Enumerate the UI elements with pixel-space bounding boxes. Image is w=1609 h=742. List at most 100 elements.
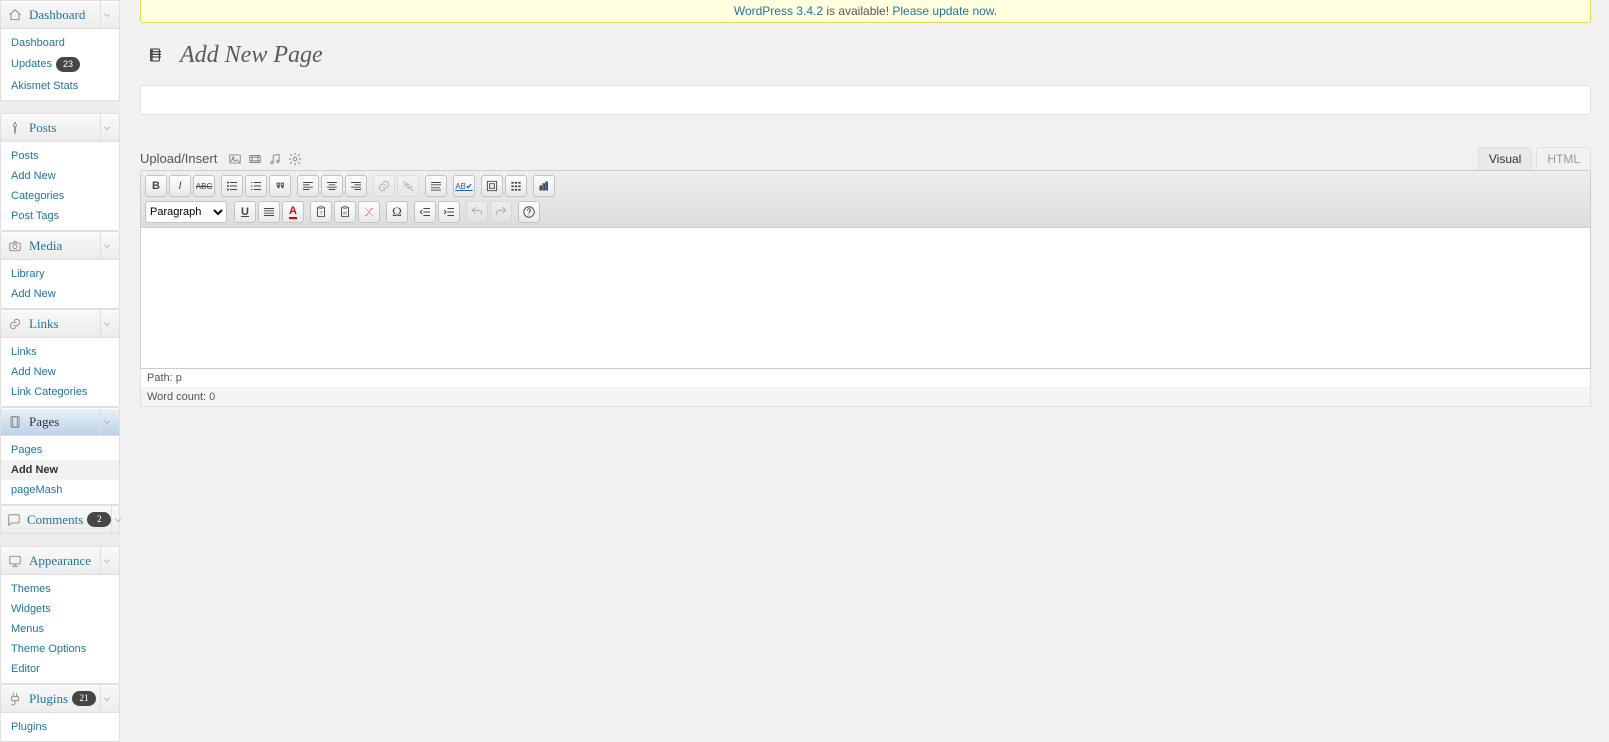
paste-text-button[interactable]: T: [310, 201, 332, 223]
menu-pages[interactable]: Pages: [0, 407, 120, 436]
submenu-item-links[interactable]: Links: [1, 342, 119, 362]
italic-button[interactable]: I: [169, 175, 191, 197]
align-center-button[interactable]: [321, 175, 343, 197]
camera-icon: [7, 238, 23, 254]
submenu-item-categories[interactable]: Categories: [1, 186, 119, 206]
media-row: Upload/Insert Visual HTML: [140, 147, 1591, 170]
paste-word-button[interactable]: W: [334, 201, 356, 223]
submenu-item-addnew[interactable]: Add New: [1, 460, 119, 480]
underline-button[interactable]: U: [234, 201, 256, 223]
title-input[interactable]: [140, 85, 1591, 115]
insert-video-icon[interactable]: [247, 151, 263, 167]
menu-label: Appearance: [29, 553, 91, 569]
justify-button[interactable]: [258, 201, 280, 223]
editor-tabs: Visual HTML: [1478, 147, 1591, 170]
update-notice: WordPress 3.4.2 is available! Please upd…: [140, 0, 1591, 23]
count-badge: 21: [72, 691, 96, 706]
submenu-item-plugins[interactable]: Plugins: [1, 717, 119, 737]
more-button[interactable]: [425, 175, 447, 197]
page-icon: [140, 39, 172, 71]
menu-appearance[interactable]: Appearance: [0, 546, 120, 575]
menu-plugins[interactable]: Plugins21: [0, 684, 120, 713]
submenu-item-akismet[interactable]: Akismet Stats: [1, 76, 119, 96]
editor-status: Path: p Word count: 0: [140, 369, 1591, 407]
chevron-down-icon[interactable]: [100, 685, 113, 712]
submenu-item-posts[interactable]: Posts: [1, 146, 119, 166]
submenu-item-addnew[interactable]: Add New: [1, 166, 119, 186]
undo-button: [466, 201, 488, 223]
text-color-button[interactable]: A: [282, 201, 304, 223]
submenu-media: LibraryAdd New: [0, 260, 120, 309]
insert-image-icon[interactable]: [227, 151, 243, 167]
submenu-item-linkcats[interactable]: Link Categories: [1, 382, 119, 402]
menu-media[interactable]: Media: [0, 231, 120, 260]
submenu-item-updates[interactable]: Updates23: [1, 53, 119, 76]
chevron-down-icon[interactable]: [100, 232, 113, 259]
insert-other-icon[interactable]: [287, 151, 303, 167]
menu-posts[interactable]: Posts: [0, 113, 120, 142]
wordpress-version-link[interactable]: WordPress 3.4.2: [734, 4, 823, 18]
outdent-button[interactable]: [414, 201, 436, 223]
editor-canvas[interactable]: [141, 228, 1590, 368]
page-icon: [7, 414, 23, 430]
submenu-item-menus[interactable]: Menus: [1, 619, 119, 639]
submenu-item-themes[interactable]: Themes: [1, 579, 119, 599]
format-select[interactable]: Paragraph: [145, 201, 227, 223]
kitchen-sink-button[interactable]: [505, 175, 527, 197]
chevron-down-icon[interactable]: [100, 114, 113, 141]
menu-separator: [0, 534, 120, 546]
chevron-down-icon[interactable]: [111, 506, 124, 533]
menu-label: Dashboard: [29, 7, 85, 23]
submenu-pages: PagesAdd NewpageMash: [0, 436, 120, 505]
page-title-wrap: Add New Page: [140, 39, 1591, 71]
count-badge: 2: [87, 512, 111, 527]
submenu-item-addnew[interactable]: Add New: [1, 362, 119, 382]
char-map-button[interactable]: Ω: [386, 201, 408, 223]
menu-links[interactable]: Links: [0, 309, 120, 338]
submenu-item-editor[interactable]: Editor: [1, 659, 119, 679]
chevron-down-icon[interactable]: [100, 408, 113, 435]
align-left-button[interactable]: [297, 175, 319, 197]
submenu-item-pagemash[interactable]: pageMash: [1, 480, 119, 500]
admin-menu: DashboardDashboardUpdates23Akismet Stats…: [0, 0, 120, 742]
help-button[interactable]: [518, 201, 540, 223]
submenu-item-library[interactable]: Library: [1, 264, 119, 284]
align-right-button[interactable]: [345, 175, 367, 197]
update-now-link[interactable]: Please update now: [892, 4, 993, 18]
svg-text:W: W: [343, 210, 348, 215]
submenu-item-dashboard[interactable]: Dashboard: [1, 33, 119, 53]
submenu-links: LinksAdd NewLink Categories: [0, 338, 120, 407]
chevron-down-icon[interactable]: [100, 547, 113, 574]
submenu-item-themeopt[interactable]: Theme Options: [1, 639, 119, 659]
strike-button[interactable]: ABC: [193, 175, 215, 197]
menu-comments[interactable]: Comments 2: [0, 505, 120, 534]
chevron-down-icon[interactable]: [100, 310, 113, 337]
indent-button[interactable]: [438, 201, 460, 223]
menu-separator: [0, 101, 120, 113]
plug-icon: [7, 691, 23, 707]
ol-button[interactable]: [245, 175, 267, 197]
submenu-item-widgets[interactable]: Widgets: [1, 599, 119, 619]
count-badge: 23: [56, 57, 80, 72]
submenu-item-pages[interactable]: Pages: [1, 440, 119, 460]
spell-button[interactable]: AB✔: [453, 175, 475, 197]
menu-label: Comments: [27, 512, 83, 528]
fullscreen-button[interactable]: [481, 175, 503, 197]
menu-label: Posts: [29, 120, 56, 136]
quote-button[interactable]: [269, 175, 291, 197]
menu-label: Media: [29, 238, 62, 254]
submenu-item-tags[interactable]: Post Tags: [1, 206, 119, 226]
graph-button[interactable]: [533, 175, 555, 197]
status-path: Path: p: [141, 369, 1590, 387]
menu-dashboard[interactable]: Dashboard: [0, 0, 120, 29]
tab-html[interactable]: HTML: [1536, 147, 1591, 170]
insert-audio-icon[interactable]: [267, 151, 283, 167]
ul-button[interactable]: [221, 175, 243, 197]
tab-visual[interactable]: Visual: [1478, 147, 1532, 170]
submenu-item-addnew[interactable]: Add New: [1, 284, 119, 304]
editor-toolbar: BIABC AB✔ Paragraph U AT W Ω: [141, 171, 1590, 228]
remove-format-button[interactable]: [358, 201, 380, 223]
chevron-down-icon[interactable]: [100, 1, 113, 28]
unlink-button: [397, 175, 419, 197]
bold-button[interactable]: B: [145, 175, 167, 197]
